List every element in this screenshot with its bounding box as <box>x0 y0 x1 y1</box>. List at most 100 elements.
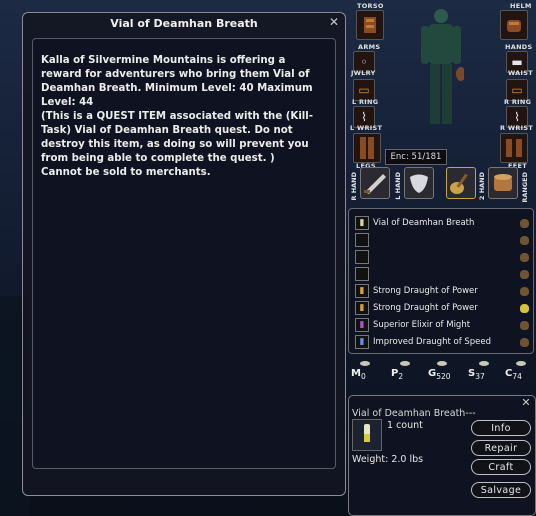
bag-icon[interactable] <box>520 286 529 296</box>
boots-icon <box>506 139 522 157</box>
vial-icon: ▮ <box>355 216 369 230</box>
slot-label-arms: ARMS <box>358 43 381 51</box>
slot-label-r-ring: R RING <box>504 98 532 106</box>
gold-amount: G520 <box>428 368 451 381</box>
inventory-item-name: Vial of Deamhan Breath <box>373 218 475 228</box>
draught-icon: ▮ <box>355 335 369 349</box>
belt-icon: ▬ <box>511 55 523 69</box>
bag-icon[interactable] <box>520 337 529 347</box>
silver-amount: S37 <box>468 368 485 381</box>
bag-icon[interactable] <box>520 269 529 279</box>
inventory-item-name: Superior Elixir of Might <box>373 320 471 330</box>
currency-value: 74 <box>512 372 522 381</box>
slot-label-l-hand: L HAND <box>394 172 402 200</box>
currency-value: 37 <box>475 372 485 381</box>
coin-icon <box>437 361 447 366</box>
slot-label-jwlry: JWLRY <box>351 69 376 77</box>
empty-slot <box>355 267 369 281</box>
description-panel: Kalla of Silvermine Mountains is offerin… <box>32 38 336 469</box>
torso-slot[interactable] <box>356 10 384 40</box>
inventory-item-name: Strong Draught of Power <box>373 303 478 313</box>
slot-label-hands: HANDS <box>505 43 533 51</box>
slot-label-waist: WAIST <box>508 69 533 77</box>
inventory-item[interactable] <box>355 266 529 282</box>
inventory-item[interactable]: ▮ Strong Draught of Power <box>355 283 529 299</box>
repair-button[interactable]: Repair <box>471 440 531 456</box>
bag-icon[interactable] <box>520 218 529 228</box>
character-avatar <box>421 9 464 124</box>
slot-label-torso: TORSO <box>357 2 384 10</box>
info-button[interactable]: Info <box>471 420 531 436</box>
currency-label: M <box>351 368 361 379</box>
inventory-item-name: Improved Draught of Speed <box>373 337 492 347</box>
empty-slot <box>355 233 369 247</box>
currency-value: 520 <box>436 372 451 381</box>
bag-icon[interactable] <box>520 235 529 245</box>
bag-icon[interactable] <box>520 320 529 330</box>
bag-icon[interactable] <box>520 303 529 313</box>
helm-slot[interactable] <box>500 10 528 40</box>
slot-label-r-hand: R HAND <box>350 172 358 201</box>
slot-label-l-ring: L RING <box>352 98 379 106</box>
feet-slot[interactable] <box>500 133 528 163</box>
drum-icon <box>494 174 512 191</box>
currency-bar: M0 P2 G520 S37 C74 <box>348 358 534 384</box>
sword-icon <box>364 174 386 194</box>
slot-label-l-wrist: L WRIST <box>350 124 383 132</box>
potion-icon: ▮ <box>355 284 369 298</box>
inventory-panel: ▮ Vial of Deamhan Breath ▮ Strong Draugh… <box>348 208 534 354</box>
salvage-button[interactable]: Salvage <box>471 482 531 498</box>
inventory-item[interactable]: ▮ Improved Draught of Speed <box>355 334 529 350</box>
close-icon[interactable]: ✕ <box>520 397 532 409</box>
inventory-item-name: Strong Draught of Power <box>373 286 478 296</box>
equipment-panel: TORSO HELM ARMS HANDS ◦ ▬ JWLRY WAIST ▭ … <box>348 0 536 206</box>
inventory-item[interactable]: ▮ Superior Elixir of Might <box>355 317 529 333</box>
two-hand-slot[interactable] <box>446 167 476 199</box>
close-icon[interactable]: ✕ <box>327 15 341 29</box>
currency-value: 0 <box>360 372 366 381</box>
platinum-amount: P2 <box>391 368 403 381</box>
armor-icon <box>364 17 376 33</box>
coin-icon <box>400 361 410 366</box>
slot-label-helm: HELM <box>510 2 532 10</box>
inventory-item[interactable]: ▮ Strong Draught of Power <box>355 300 529 316</box>
leggings-icon <box>360 137 374 159</box>
r-hand-slot[interactable] <box>360 167 390 199</box>
vial-icon <box>352 419 382 451</box>
coin-icon <box>479 361 489 366</box>
bracer-icon: ⌇ <box>361 110 367 124</box>
slot-label-ranged: RANGED <box>521 172 529 203</box>
ring-icon: ◦ <box>360 55 368 69</box>
potion-icon: ▮ <box>355 301 369 315</box>
bracer-icon: ⌇ <box>514 110 520 124</box>
elixir-icon: ▮ <box>355 318 369 332</box>
encumbrance-readout: Enc: 51/181 <box>385 149 447 165</box>
coin-icon <box>360 361 370 366</box>
empty-slot <box>355 250 369 264</box>
copper-amount: C74 <box>505 368 522 381</box>
l-hand-slot[interactable] <box>404 167 434 199</box>
item-info-title: Vial of Deamhan Breath--- <box>352 408 476 419</box>
legs-slot[interactable] <box>353 133 381 163</box>
item-weight: Weight: 2.0 lbs <box>352 454 424 465</box>
craft-button[interactable]: Craft <box>471 459 531 475</box>
ranged-slot[interactable] <box>488 167 518 199</box>
item-info-window: ✕ Vial of Deamhan Breath--- 1 count Weig… <box>348 395 536 516</box>
inventory-item[interactable] <box>355 249 529 265</box>
item-count: 1 count <box>387 420 423 431</box>
inventory-item[interactable]: ▮ Vial of Deamhan Breath <box>355 215 529 231</box>
slot-label-r-wrist: R WRIST <box>500 124 534 132</box>
lute-icon <box>450 173 468 194</box>
bag-icon[interactable] <box>520 252 529 262</box>
currency-label: G <box>428 368 437 379</box>
mithril-amount: M0 <box>351 368 366 381</box>
ring-icon: ▭ <box>511 83 523 97</box>
ring-icon: ▭ <box>358 83 370 97</box>
slot-label-2-hand: 2 HAND <box>478 172 486 201</box>
item-description-text: Kalla of Silvermine Mountains is offerin… <box>41 55 314 178</box>
item-window-title: Vial of Deamhan Breath <box>110 17 258 30</box>
item-description-window: Vial of Deamhan Breath ✕ Kalla of Silver… <box>22 12 346 496</box>
inventory-item[interactable] <box>355 232 529 248</box>
currency-value: 2 <box>398 372 404 381</box>
coin-icon <box>516 361 526 366</box>
